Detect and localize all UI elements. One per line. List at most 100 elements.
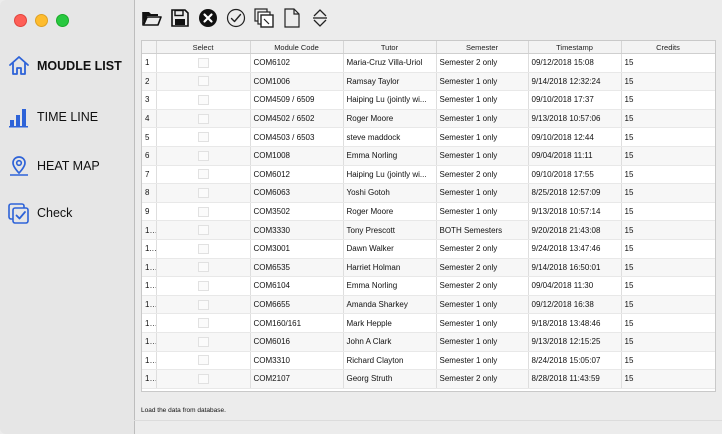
sidebar-item-module-list[interactable]: MOUDLE LIST	[7, 54, 122, 78]
timestamp-cell: 09/12/2018 15:08	[528, 53, 622, 73]
minimize-window-button[interactable]	[35, 14, 48, 27]
timestamp-cell: 09/10/2018 17:55	[528, 165, 622, 185]
select-checkbox[interactable]	[197, 243, 209, 254]
select-cell	[156, 332, 251, 352]
table-row[interactable]: 18 COM2107 Georg Struth Semester 2 only 8/28…	[142, 369, 715, 389]
table-row[interactable]: 7 COM6012 Haiping Lu (jointly wi... Semeste…	[142, 165, 715, 185]
timestamp-cell: 9/14/2018 16:50:01	[528, 258, 622, 278]
table-row[interactable]: 9 COM3502 Roger Moore Semester 1 only 9/13/2…	[142, 202, 715, 222]
table-row[interactable]: 1 COM6102 Maria-Cruz Villa-Uriol Semester 2…	[142, 53, 715, 73]
credits-cell: 15	[621, 72, 715, 92]
sidebar-item-label: TIME LINE	[37, 110, 99, 124]
table-row[interactable]: 16 COM6016 John A Clark Semester 1 only 9/13…	[142, 332, 715, 352]
row-index: 3	[142, 90, 157, 110]
credits-cell: 15	[621, 351, 715, 371]
semester-cell: Semester 2 only	[436, 258, 529, 278]
credits-cell: 15	[621, 146, 715, 166]
select-checkbox[interactable]	[197, 355, 209, 366]
column-header-module-code[interactable]: Module Code	[250, 41, 344, 54]
table-row[interactable]: 6 COM1008 Emma Norling Semester 1 only 09/04…	[142, 146, 715, 166]
table-row[interactable]: 2 COM1006 Ramsay Taylor Semester 1 only 9/14…	[142, 72, 715, 92]
select-checkbox[interactable]	[197, 57, 209, 68]
table-row[interactable]: 15 COM160/161 Mark Hepple Semester 1 only 9/…	[142, 313, 715, 333]
select-checkbox[interactable]	[197, 150, 209, 161]
checkbox-stack-icon	[7, 201, 31, 225]
select-checkbox[interactable]	[197, 336, 209, 347]
expand-collapse-button[interactable]	[308, 8, 332, 32]
select-cell	[156, 313, 251, 333]
module-code-cell: COM160/161	[250, 313, 344, 333]
tutor-cell: Amanda Sharkey	[343, 295, 437, 315]
table-row[interactable]: 10 COM3330 Tony Prescott BOTH Semesters 9/20…	[142, 220, 715, 240]
save-button[interactable]	[168, 8, 192, 32]
copy-button[interactable]	[252, 7, 276, 32]
tutor-cell: Mark Hepple	[343, 313, 437, 333]
semester-cell: Semester 2 only	[436, 239, 529, 259]
tutor-cell: Ramsay Taylor	[343, 72, 437, 92]
tutor-cell: Georg Struth	[343, 369, 437, 389]
credits-cell: 15	[621, 220, 715, 240]
select-checkbox[interactable]	[197, 187, 209, 198]
credits-cell: 15	[621, 202, 715, 222]
select-checkbox[interactable]	[197, 113, 209, 124]
column-header-tutor[interactable]: Tutor	[343, 41, 437, 54]
confirm-button[interactable]	[224, 8, 248, 32]
tutor-cell: Richard Clayton	[343, 351, 437, 371]
credits-cell: 15	[621, 295, 715, 315]
timestamp-cell: 09/10/2018 12:44	[528, 127, 622, 147]
expand-collapse-icon	[311, 8, 329, 33]
select-cell	[156, 165, 251, 185]
row-index: 6	[142, 146, 157, 166]
timestamp-cell: 9/20/2018 21:43:08	[528, 220, 622, 240]
credits-cell: 15	[621, 127, 715, 147]
close-button[interactable]	[196, 8, 220, 32]
select-checkbox[interactable]	[197, 373, 209, 384]
save-icon	[171, 8, 189, 32]
row-index: 18	[142, 369, 157, 389]
new-document-button[interactable]	[280, 7, 304, 32]
column-header-timestamp[interactable]: Timestamp	[528, 41, 622, 54]
select-checkbox[interactable]	[197, 76, 209, 87]
open-folder-button[interactable]	[140, 8, 164, 32]
tutor-cell: Dawn Walker	[343, 239, 437, 259]
table-row[interactable]: 14 COM6655 Amanda Sharkey Semester 1 only 09…	[142, 295, 715, 315]
credits-cell: 15	[621, 332, 715, 352]
close-window-button[interactable]	[14, 14, 27, 27]
table-row[interactable]: 3 COM4509 / 6509 Haiping Lu (jointly wi...…	[142, 90, 715, 110]
select-checkbox[interactable]	[197, 94, 209, 105]
select-checkbox[interactable]	[197, 225, 209, 236]
sidebar-item-time-line[interactable]: TIME LINE	[7, 105, 98, 129]
column-header-credits[interactable]: Credits	[621, 41, 715, 54]
select-checkbox[interactable]	[197, 206, 209, 217]
select-checkbox[interactable]	[197, 299, 209, 310]
table-header-row: Select Module Code Tutor Semester Timest…	[142, 41, 715, 54]
table-row[interactable]: 13 COM6104 Emma Norling Semester 2 only 09/0…	[142, 276, 715, 296]
select-cell	[156, 72, 251, 92]
table-row[interactable]: 17 COM3310 Richard Clayton Semester 1 only 8…	[142, 351, 715, 371]
select-checkbox[interactable]	[197, 280, 209, 291]
select-cell	[156, 146, 251, 166]
table-row[interactable]: 5 COM4503 / 6503 steve maddock Semester 1 o…	[142, 127, 715, 147]
select-checkbox[interactable]	[197, 262, 209, 273]
zoom-window-button[interactable]	[56, 14, 69, 27]
table-row[interactable]: 11 COM3001 Dawn Walker Semester 2 only 9/24/…	[142, 239, 715, 259]
sidebar-item-heat-map[interactable]: HEAT MAP	[7, 154, 100, 178]
column-header-select[interactable]: Select	[156, 41, 251, 54]
table-row[interactable]: 8 COM6063 Yoshi Gotoh Semester 1 only 8/25/2…	[142, 183, 715, 203]
check-circle-icon	[226, 8, 246, 33]
row-index: 11	[142, 239, 157, 259]
column-header-index[interactable]	[142, 41, 157, 54]
column-header-semester[interactable]: Semester	[436, 41, 529, 54]
credits-cell: 15	[621, 90, 715, 110]
table-row[interactable]: 12 COM6535 Harriet Holman Semester 2 only 9/…	[142, 258, 715, 278]
tutor-cell: Tony Prescott	[343, 220, 437, 240]
table-row[interactable]: 4 COM4502 / 6502 Roger Moore Semester 1 onl…	[142, 109, 715, 129]
select-checkbox[interactable]	[197, 132, 209, 143]
select-cell	[156, 351, 251, 371]
credits-cell: 15	[621, 53, 715, 73]
timestamp-cell: 8/24/2018 15:05:07	[528, 351, 622, 371]
sidebar-item-check[interactable]: Check	[7, 201, 72, 225]
select-checkbox[interactable]	[197, 169, 209, 180]
semester-cell: Semester 1 only	[436, 202, 529, 222]
select-checkbox[interactable]	[197, 318, 209, 329]
